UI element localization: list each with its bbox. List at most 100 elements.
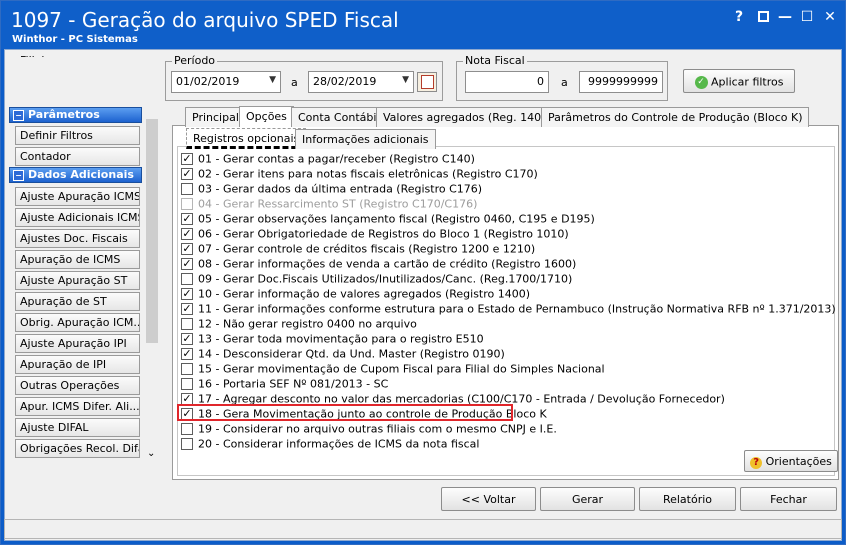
sidebar-item[interactable]: Outras Operações xyxy=(15,376,140,395)
checkbox-checked[interactable]: ✓ xyxy=(181,168,193,180)
sidebar-scrollbar[interactable]: ⌄ xyxy=(145,107,159,459)
collapse-icon: − xyxy=(13,170,24,181)
periodo-start-date[interactable]: 01/02/2019 ▼ xyxy=(171,71,281,93)
nota-fiscal-separator: a xyxy=(561,76,568,89)
checkbox-checked[interactable]: ✓ xyxy=(181,153,193,165)
option-row[interactable]: ✓ 07 - Gerar controle de créditos fiscais… xyxy=(181,242,535,257)
checkbox-checked[interactable]: ✓ xyxy=(181,228,193,240)
check-icon: ✓ xyxy=(182,227,192,240)
orientacoes-button[interactable]: ? Orientações xyxy=(744,450,838,472)
apply-filters-label: Aplicar filtros xyxy=(711,75,784,89)
checkbox-checked[interactable]: ✓ xyxy=(181,243,193,255)
highlight-box xyxy=(177,404,513,421)
option-row[interactable]: 16 - Portaria SEF Nº 081/2013 - SC xyxy=(181,377,388,392)
maximize-button[interactable]: ☐ xyxy=(799,9,815,25)
nota-fiscal-start-input[interactable]: 0 xyxy=(465,71,549,93)
voltar-button[interactable]: << Voltar xyxy=(441,487,536,511)
checkbox-checked[interactable]: ✓ xyxy=(181,333,193,345)
periodo-end-value: 28/02/2019 xyxy=(313,75,377,88)
check-icon: ✓ xyxy=(182,302,192,315)
sidebar-item[interactable]: Apur. ICMS Difer. Ali... xyxy=(15,397,140,416)
scrollbar-thumb[interactable] xyxy=(146,119,158,343)
minimize-button[interactable]: — xyxy=(777,9,793,25)
checkbox-unchecked[interactable] xyxy=(181,273,193,285)
option-row[interactable]: ✓ 11 - Gerar informações conforme estrutu… xyxy=(181,302,836,317)
periodo-end-date[interactable]: 28/02/2019 ▼ xyxy=(308,71,414,93)
edit-window-button[interactable] xyxy=(755,9,771,25)
tab-conta-contabil[interactable]: Conta Contábil xyxy=(291,107,387,127)
apply-filters-button[interactable]: ✓ Aplicar filtros xyxy=(683,69,795,93)
option-row[interactable]: 09 - Gerar Doc.Fiscais Utilizados/Inutil… xyxy=(181,272,572,287)
check-icon: ✓ xyxy=(182,242,192,255)
subtab-registros-opcionais[interactable]: Registros opcionais xyxy=(186,128,307,149)
sidebar-item[interactable]: Ajuste DIFAL xyxy=(15,418,140,437)
option-label: 20 - Considerar informações de ICMS da n… xyxy=(198,437,480,451)
checkbox-unchecked[interactable] xyxy=(181,183,193,195)
tab-parametros-bloco-k[interactable]: Parâmetros do Controle de Produção (Bloc… xyxy=(541,107,810,127)
sidebar-item[interactable]: Apuração de ST xyxy=(15,292,140,311)
help-button[interactable]: ? xyxy=(731,9,747,25)
option-row[interactable]: 19 - Considerar no arquivo outras filiai… xyxy=(181,422,557,437)
option-row[interactable]: ✓ 10 - Gerar informação de valores agrega… xyxy=(181,287,530,302)
option-row[interactable]: 15 - Gerar movimentação de Cupom Fiscal … xyxy=(181,362,605,377)
checkbox-checked[interactable]: ✓ xyxy=(181,258,193,270)
fechar-button[interactable]: Fechar xyxy=(740,487,837,511)
check-icon: ✓ xyxy=(182,257,192,270)
checkbox-unchecked[interactable] xyxy=(181,378,193,390)
scroll-down-icon: ⌄ xyxy=(147,448,156,459)
sidebar-item-contador[interactable]: Contador xyxy=(15,147,140,166)
gerar-button[interactable]: Gerar xyxy=(540,487,635,511)
sidebar-section-dados-adicionais[interactable]: − Dados Adicionais xyxy=(9,167,142,183)
option-row[interactable]: 12 - Não gerar registro 0400 no arquivo xyxy=(181,317,417,332)
sidebar-item[interactable]: Ajuste Apuração IPI xyxy=(15,334,140,353)
tab-opcoes[interactable]: Opções xyxy=(239,106,294,127)
edit-icon xyxy=(757,11,769,22)
option-label: 07 - Gerar controle de créditos fiscais … xyxy=(198,242,536,256)
subtab-informacoes-adicionais[interactable]: Informações adicionais xyxy=(295,129,436,149)
checkbox-checked[interactable]: ✓ xyxy=(181,288,193,300)
sidebar-item[interactable]: Ajuste Adicionais ICMS xyxy=(15,208,140,227)
option-label: 11 - Gerar informações conforme estrutur… xyxy=(198,302,836,316)
option-label: 16 - Portaria SEF Nº 081/2013 - SC xyxy=(198,377,389,391)
option-row[interactable]: 20 - Considerar informações de ICMS da n… xyxy=(181,437,479,452)
sidebar-item[interactable]: Obrigações Recol. Difal xyxy=(15,439,140,458)
nota-fiscal-end-input[interactable]: 9999999999 xyxy=(579,71,663,93)
checkbox-unchecked[interactable] xyxy=(181,318,193,330)
check-icon: ✓ xyxy=(182,347,192,360)
option-label: 12 - Não gerar registro 0400 no arquivo xyxy=(198,317,417,331)
check-icon: ✓ xyxy=(182,287,192,300)
close-button[interactable]: ✕ xyxy=(822,9,838,25)
option-row[interactable]: 04 - Gerar Ressarcimento ST (Registro C1… xyxy=(181,197,477,212)
checkbox-unchecked[interactable] xyxy=(181,363,193,375)
tab-valores-agregados[interactable]: Valores agregados (Reg. 1400) xyxy=(376,107,560,127)
checkbox-checked[interactable]: ✓ xyxy=(181,348,193,360)
sidebar-item[interactable]: Ajuste Apuração ST xyxy=(15,271,140,290)
sidebar-item[interactable]: Apuração de IPI xyxy=(15,355,140,374)
option-row[interactable]: ✓ 06 - Gerar Obrigatoriedade de Registros… xyxy=(181,227,569,242)
title-bar: 1097 - Geração do arquivo SPED Fiscal Wi… xyxy=(1,1,845,49)
calendar-button[interactable] xyxy=(417,72,437,92)
option-row[interactable]: ✓ 13 - Gerar toda movimentação para o reg… xyxy=(181,332,484,347)
option-row[interactable]: ✓ 02 - Gerar itens para notas fiscais ele… xyxy=(181,167,538,182)
sidebar-item[interactable]: Obrig. Apuração ICM... xyxy=(15,313,140,332)
sidebar-item[interactable]: Apuração de ICMS xyxy=(15,250,140,269)
sidebar-item[interactable]: Ajustes Doc. Fiscais xyxy=(15,229,140,248)
checkbox-unchecked[interactable] xyxy=(181,423,193,435)
option-row[interactable]: ✓ 14 - Desconsiderar Qtd. da Und. Master … xyxy=(181,347,505,362)
check-icon: ✓ xyxy=(182,332,192,345)
sidebar-item-definir-filtros[interactable]: Definir Filtros xyxy=(15,126,140,145)
option-row[interactable]: ✓ 01 - Gerar contas a pagar/receber (Regi… xyxy=(181,152,475,167)
relatorio-button[interactable]: Relatório xyxy=(639,487,736,511)
option-row[interactable]: 03 - Gerar dados da última entrada (Regi… xyxy=(181,182,482,197)
nota-fiscal-label: Nota Fiscal xyxy=(463,54,527,67)
tab-principal[interactable]: Principal xyxy=(185,107,246,127)
option-row[interactable]: ✓ 08 - Gerar informações de venda a cartã… xyxy=(181,257,576,272)
checkbox-checked[interactable]: ✓ xyxy=(181,213,193,225)
sidebar-item[interactable]: Ajuste Apuração ICMS xyxy=(15,187,140,206)
check-icon: ✓ xyxy=(182,152,192,165)
checkbox-checked[interactable]: ✓ xyxy=(181,303,193,315)
option-row[interactable]: ✓ 05 - Gerar observações lançamento fisca… xyxy=(181,212,595,227)
checkbox-unchecked[interactable] xyxy=(181,438,193,450)
sidebar: − Parâmetros Definir Filtros Contador − … xyxy=(5,57,159,467)
sidebar-section-parametros[interactable]: − Parâmetros xyxy=(9,107,142,123)
